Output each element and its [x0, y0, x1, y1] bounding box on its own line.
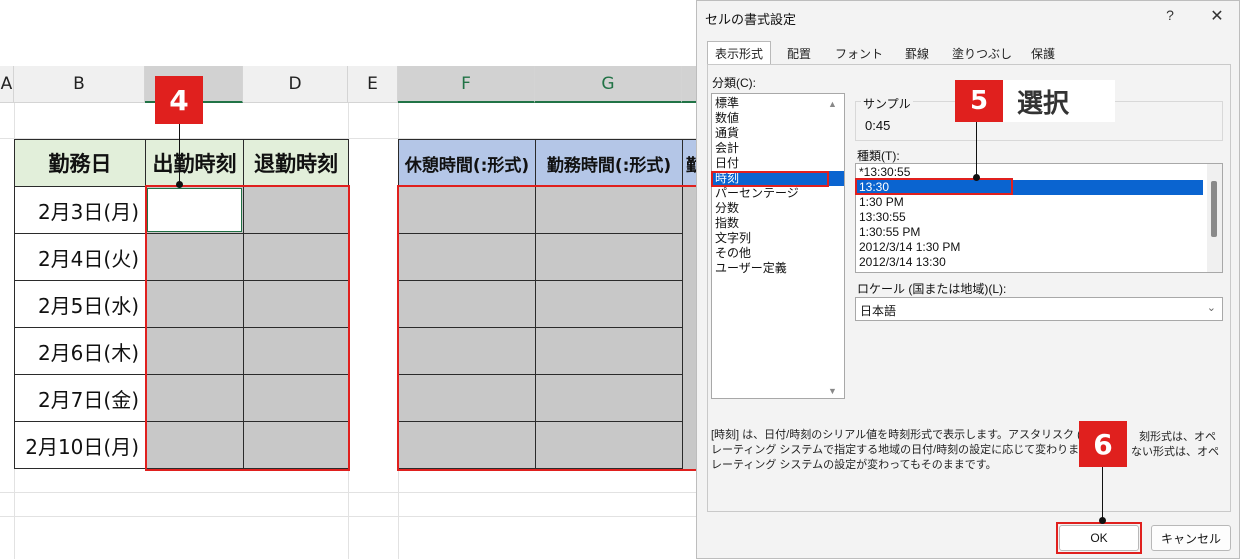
category-item[interactable]: その他: [712, 246, 844, 261]
tab-protection[interactable]: 保護: [1021, 41, 1065, 65]
step-6-marker-dot: [1099, 517, 1106, 524]
category-label: 分類(C):: [712, 76, 756, 90]
step-4-marker-dot: [176, 181, 183, 188]
spreadsheet: A B C D E F G 勤務日 出勤時刻 退勤時刻 2月3日(月) 2月4日…: [0, 0, 700, 559]
chevron-down-icon[interactable]: ⌄: [1207, 301, 1216, 314]
date-cell[interactable]: 2月4日(火): [14, 233, 146, 281]
step-5-label: 選択: [1003, 80, 1115, 122]
description-line: レーティング システムの設定が変わってもそのままです。: [711, 459, 997, 471]
description-right: 刻形式は、オペ: [1139, 431, 1216, 443]
scroll-up-icon[interactable]: ▲: [828, 99, 837, 109]
category-item[interactable]: 分数: [712, 201, 844, 216]
category-item[interactable]: ユーザー定義: [712, 261, 844, 276]
column-header-b[interactable]: B: [14, 66, 145, 103]
date-cell[interactable]: 2月3日(月): [14, 186, 146, 234]
tab-alignment[interactable]: 配置: [777, 41, 821, 65]
tab-border[interactable]: 罫線: [895, 41, 939, 65]
type-item[interactable]: 1:30 PM: [856, 195, 1222, 210]
header-break-time[interactable]: 休憩時間(:形式): [398, 139, 536, 187]
grid-line: [0, 516, 700, 517]
step-4-badge: 4: [155, 76, 203, 124]
category-item[interactable]: 日付: [712, 156, 844, 171]
locale-value: 日本語: [860, 304, 897, 318]
sample-value: 0:45: [865, 118, 891, 133]
column-header-e[interactable]: E: [348, 66, 398, 103]
step-4-leader-line: [179, 124, 180, 184]
scroll-down-icon[interactable]: ▼: [828, 386, 837, 396]
step-5-badge: 5: [955, 80, 1003, 122]
step-6-leader-line: [1102, 467, 1103, 520]
category-item[interactable]: 標準: [712, 96, 844, 111]
cancel-button[interactable]: キャンセル: [1151, 525, 1231, 551]
category-item[interactable]: 文字列: [712, 231, 844, 246]
type-label: 種類(T):: [857, 149, 900, 163]
header-clock-in[interactable]: 出勤時刻: [145, 139, 244, 187]
step-5-leader-line: [976, 122, 977, 176]
category-item[interactable]: 会計: [712, 141, 844, 156]
dialog-title: セルの書式設定: [705, 12, 797, 27]
column-header-f[interactable]: F: [398, 66, 535, 103]
close-icon[interactable]: ✕: [1205, 6, 1229, 28]
category-list[interactable]: 標準 数値 通貨 会計 日付 時刻 パーセンテージ 分数 指数 文字列 その他 …: [711, 93, 845, 399]
help-icon[interactable]: ?: [1159, 7, 1181, 27]
selection-highlight-cd: [145, 185, 350, 471]
column-header-d[interactable]: D: [243, 66, 348, 103]
selection-highlight-fg: [397, 185, 700, 471]
category-item[interactable]: 通貨: [712, 126, 844, 141]
step-6-badge: 6: [1079, 421, 1127, 467]
description-right: ない形式は、オペ: [1131, 446, 1219, 458]
step-5-marker-dot: [973, 174, 980, 181]
category-item[interactable]: 数値: [712, 111, 844, 126]
locale-label: ロケール (国または地域)(L):: [857, 282, 1007, 296]
date-cell[interactable]: 2月6日(木): [14, 327, 146, 375]
header-work-time[interactable]: 勤務時間(:形式): [535, 139, 683, 187]
type-scroll-thumb[interactable]: [1211, 181, 1217, 237]
ok-highlight: [1056, 522, 1142, 554]
sample-label: サンプル: [861, 95, 913, 112]
type-item[interactable]: 2012/3/14 1:30 PM: [856, 240, 1222, 255]
type-item[interactable]: 13:30:55: [856, 210, 1222, 225]
header-clock-out[interactable]: 退勤時刻: [243, 139, 349, 187]
header-workday[interactable]: 勤務日: [14, 139, 146, 187]
category-item[interactable]: 指数: [712, 216, 844, 231]
tab-number[interactable]: 表示形式: [707, 41, 771, 65]
tab-fill[interactable]: 塗りつぶし: [949, 41, 1015, 65]
category-highlight: [711, 171, 829, 187]
tab-font[interactable]: フォント: [831, 41, 887, 65]
type-highlight: [855, 178, 1013, 195]
date-cell[interactable]: 2月7日(金): [14, 374, 146, 422]
type-item[interactable]: 2012/3/14 13:30: [856, 255, 1222, 270]
type-item[interactable]: 1:30:55 PM: [856, 225, 1222, 240]
column-header-g[interactable]: G: [535, 66, 682, 103]
date-cell[interactable]: 2月5日(水): [14, 280, 146, 328]
column-header-a[interactable]: A: [0, 66, 14, 103]
date-cell[interactable]: 2月10日(月): [14, 421, 146, 469]
category-item[interactable]: パーセンテージ: [712, 186, 844, 201]
grid-line: [0, 492, 700, 493]
locale-select[interactable]: 日本語 ⌄: [855, 297, 1223, 321]
